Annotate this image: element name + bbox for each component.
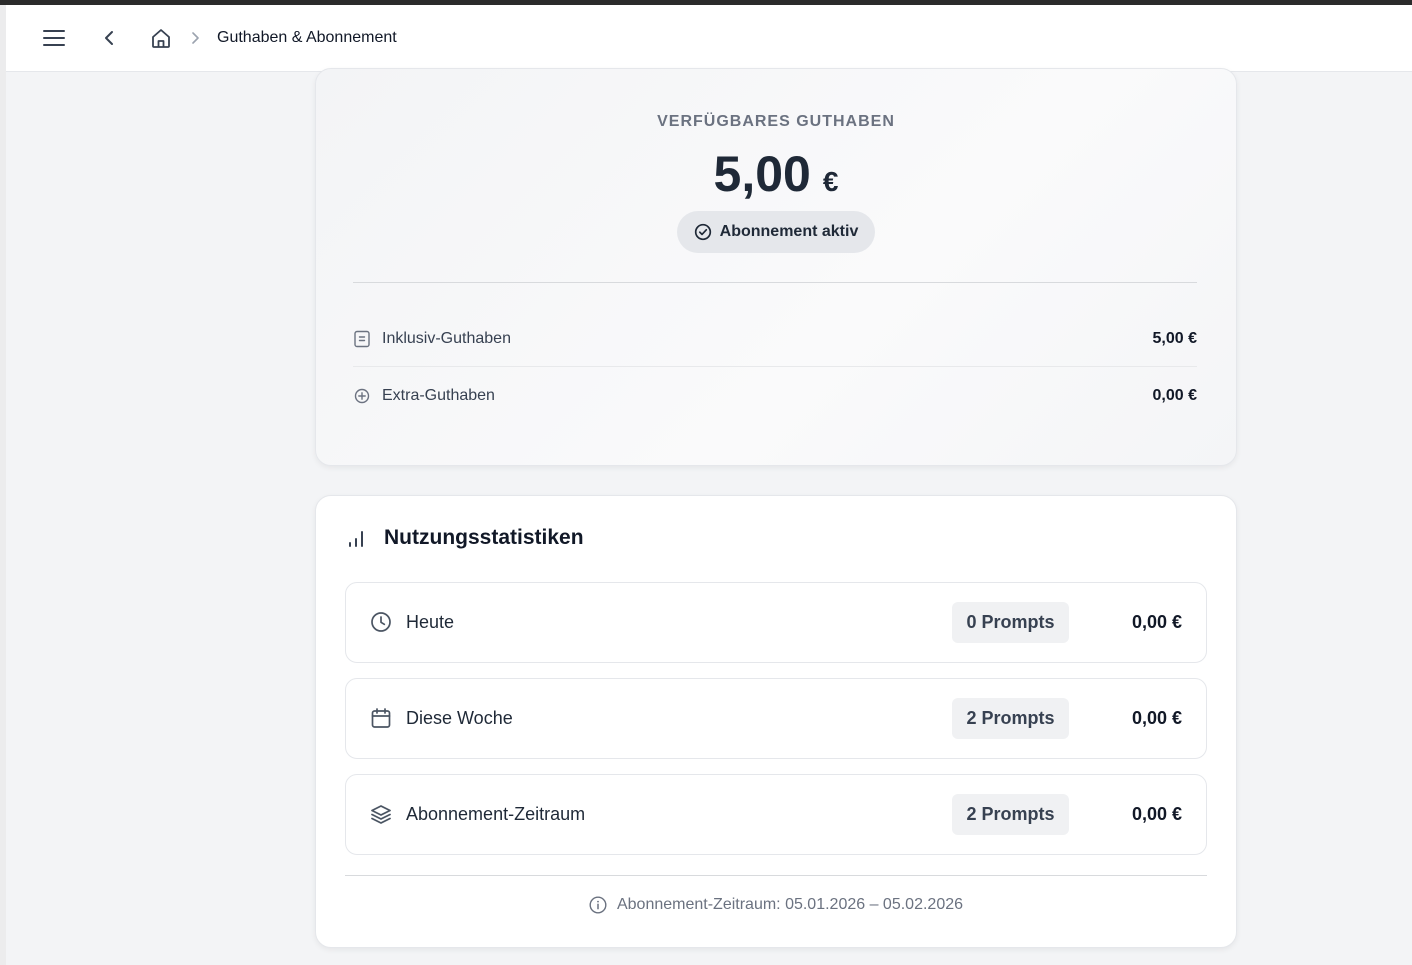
balance-divider <box>353 282 1197 283</box>
menu-icon <box>43 30 65 46</box>
back-button[interactable] <box>99 26 119 50</box>
plus-circle-icon <box>354 388 370 404</box>
prompt-count-badge: 0 Prompts <box>952 602 1069 643</box>
subscription-status-badge: Abonnement aktiv <box>677 211 875 253</box>
stat-cost: 0,00 € <box>1131 804 1182 824</box>
layers-icon <box>371 805 391 824</box>
home-icon <box>152 29 170 48</box>
balance-row-value: 0,00 € <box>1152 387 1197 404</box>
app-header: Guthaben & Abonnement <box>6 5 1412 72</box>
page-title: Guthaben & Abonnement <box>217 29 397 46</box>
main-content: VERFÜGBARES GUTHABEN 5,00 € Abonnement ak… <box>6 68 1412 965</box>
balance-amount-value: 5,00 <box>713 146 811 202</box>
breadcrumb-separator <box>189 29 201 47</box>
stat-cost: 0,00 € <box>1131 708 1182 728</box>
prompt-count-badge: 2 Prompts <box>952 698 1069 739</box>
subscription-status-label: Abonnement aktiv <box>719 223 859 240</box>
chevron-right-icon <box>192 32 199 44</box>
balance-amount: 5,00 € <box>316 145 1236 203</box>
subscription-period-note: Abonnement-Zeitraum: 05.01.2026 – 05.02.… <box>316 896 1236 914</box>
balance-currency: € <box>822 166 839 197</box>
stat-row-week: Diese Woche 2 Prompts 0,00 € <box>345 678 1207 759</box>
home-button[interactable] <box>149 25 173 51</box>
balance-card: VERFÜGBARES GUTHABEN 5,00 € Abonnement ak… <box>315 68 1237 466</box>
stat-label: Abonnement-Zeitraum <box>406 804 586 824</box>
balance-row-inclusive: Inklusiv-Guthaben 5,00 € <box>353 311 1197 367</box>
subscription-period-text: Abonnement-Zeitraum: 05.01.2026 – 05.02.… <box>616 896 964 913</box>
stat-row-subscription-period: Abonnement-Zeitraum 2 Prompts 0,00 € <box>345 774 1207 855</box>
stats-divider <box>345 875 1207 876</box>
balance-row-label: Inklusiv-Guthaben <box>382 329 511 347</box>
back-icon <box>105 31 113 45</box>
bar-chart-icon <box>349 531 363 547</box>
usage-stats-header: Nutzungsstatistiken <box>346 526 584 550</box>
stat-label: Heute <box>406 612 455 632</box>
receipt-icon <box>354 330 370 347</box>
balance-row-extra: Extra-Guthaben 0,00 € <box>353 368 1197 424</box>
usage-stats-title: Nutzungsstatistiken <box>384 526 584 549</box>
stat-row-today: Heute 0 Prompts 0,00 € <box>345 582 1207 663</box>
clock-icon <box>371 612 391 632</box>
prompt-count-badge: 2 Prompts <box>952 794 1069 835</box>
calendar-icon <box>371 708 391 728</box>
stat-label: Diese Woche <box>406 708 513 728</box>
balance-label: VERFÜGBARES GUTHABEN <box>657 113 895 130</box>
stat-cost: 0,00 € <box>1131 612 1182 632</box>
usage-stats-card: Nutzungsstatistiken Heute 0 Prompts 0,00… <box>315 495 1237 948</box>
menu-button[interactable] <box>40 26 68 50</box>
balance-row-value: 5,00 € <box>1152 329 1197 347</box>
check-circle-icon <box>694 223 711 241</box>
info-icon <box>589 896 607 914</box>
balance-row-label: Extra-Guthaben <box>382 387 495 404</box>
